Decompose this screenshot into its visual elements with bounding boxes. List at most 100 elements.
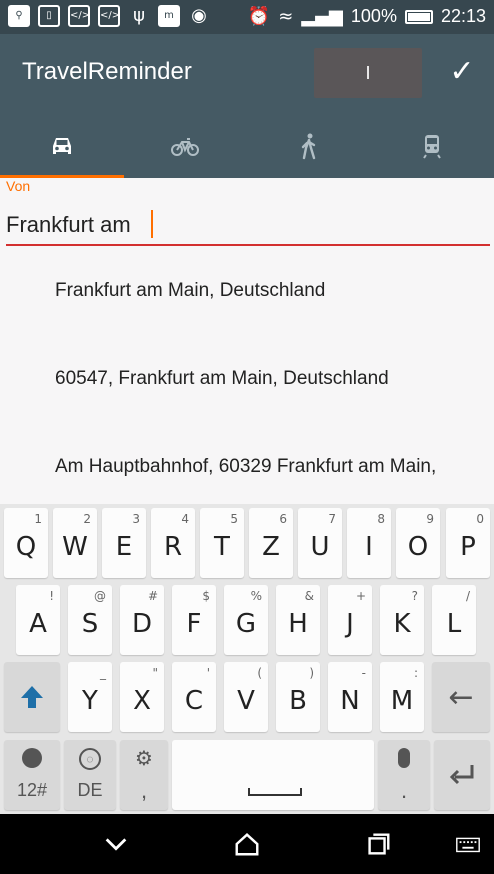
key-p[interactable]: 0P [446,508,490,578]
key-label: K [393,609,411,639]
key-label: J [346,609,354,639]
enter-key[interactable] [434,740,490,810]
language-label: DE [77,780,103,800]
microphone-icon [398,748,410,768]
battery-percent: 100% [350,6,397,26]
key-label: S [81,609,99,639]
key-h[interactable]: & H [276,585,320,655]
key-label: D [131,609,153,639]
text-cursor [151,210,153,238]
app-action-button[interactable]: I [314,48,422,98]
nav-recents-button[interactable] [358,824,398,864]
app-bar: TravelReminder I ✓ [0,34,494,114]
space-key[interactable] [172,740,374,810]
key-e[interactable]: 3E [102,508,146,578]
nav-back-button[interactable] [96,824,136,864]
backspace-key[interactable]: ← [432,662,490,732]
key-a[interactable]: ! A [16,585,60,655]
key-hint: ! [49,589,54,603]
suggestion-item[interactable]: 60547, Frankfurt am Main, Deutschland [55,368,389,390]
key-hint: " [152,666,158,680]
backspace-icon: ← [448,680,474,715]
key-l[interactable]: / L [432,585,476,655]
key-label: B [289,686,307,716]
code-icon: </> [68,5,90,27]
walk-icon [301,133,315,160]
key-hint: 6 [279,512,287,526]
clock: 22:13 [440,6,486,26]
key-f[interactable]: $ F [172,585,216,655]
tab-walk[interactable] [247,114,371,178]
key-label: L [446,609,462,639]
key-hint: : [413,666,418,680]
key-z[interactable]: 6Z [249,508,293,578]
key-n[interactable]: -N [328,662,372,732]
key-hint: 8 [377,512,385,526]
key-label: U [310,532,330,562]
key-hint: & [304,589,314,603]
from-input[interactable] [6,206,490,246]
key-c[interactable]: ' C [172,662,216,732]
transport-mode-tabs [0,114,494,178]
language-key[interactable]: ◌ DE [64,740,116,810]
key-label: H [288,609,308,639]
suggestion-item[interactable]: Frankfurt am Main, Deutschland [55,280,325,302]
period-key[interactable]: . [378,740,430,810]
key-label: G [235,609,257,639]
key-d[interactable]: # D [120,585,164,655]
key-i[interactable]: 8I [347,508,391,578]
key-y[interactable]: _ Y [68,662,112,732]
key-x[interactable]: " X [120,662,164,732]
search-icon: ⚲ [8,5,30,27]
train-icon [423,135,442,159]
comma-label: , [140,778,148,803]
car-icon [52,138,71,154]
key-hint: 1 [34,512,42,526]
settings-gear-icon: ⚙ [135,746,153,770]
key-hint: / [465,589,470,603]
tab-car[interactable] [0,114,124,178]
shift-key[interactable] [4,662,60,732]
comma-key[interactable]: ⚙ , [120,740,168,810]
nav-keyboard-button[interactable] [448,824,488,864]
suggestion-item[interactable]: Am Hauptbahnhof, 60329 Frankfurt am Main… [55,456,436,478]
key-w[interactable]: 2W [53,508,97,578]
key-label: E [115,532,133,562]
app-title: TravelReminder [22,58,192,85]
status-bar: ⚲ ▯ </> </> ψ m ◉ ⏰ ≈ ▂▄▆ 100% 22:13 [0,0,494,34]
confirm-check-icon[interactable]: ✓ [444,52,480,92]
key-q[interactable]: 1Q [4,508,48,578]
key-hint: ) [309,666,314,680]
key-b[interactable]: ) B [276,662,320,732]
battery-icon [404,9,433,24]
usb-icon: ψ [133,5,145,26]
key-r[interactable]: 4R [151,508,195,578]
key-hint: 5 [230,512,238,526]
symbols-key[interactable]: 12# [4,740,60,810]
home-icon [235,833,259,856]
key-label: I [365,532,373,562]
key-t[interactable]: 5T [200,508,244,578]
nav-home-button[interactable] [227,824,267,864]
key-hint: + [355,589,366,603]
key-o[interactable]: 9O [396,508,440,578]
key-s[interactable]: @ S [68,585,112,655]
signal-icon: ▂▄▆ [301,6,343,27]
key-j[interactable]: + J [328,585,372,655]
globe-icon: ◌ [79,748,101,770]
key-hint: ' [206,666,210,680]
key-g[interactable]: % G [224,585,268,655]
key-hint: 2 [83,512,91,526]
key-m[interactable]: :M [380,662,424,732]
phone-outline-icon: ▯ [38,5,60,27]
key-label: F [186,609,202,639]
key-hint: % [250,589,262,603]
key-hint: 4 [181,512,189,526]
tab-bicycle[interactable] [124,114,248,178]
key-k[interactable]: ? K [380,585,424,655]
key-v[interactable]: (V [224,662,268,732]
keyboard-icon [456,837,480,853]
key-label: T [214,532,230,562]
key-u[interactable]: 7U [298,508,342,578]
tab-train[interactable] [371,114,494,178]
